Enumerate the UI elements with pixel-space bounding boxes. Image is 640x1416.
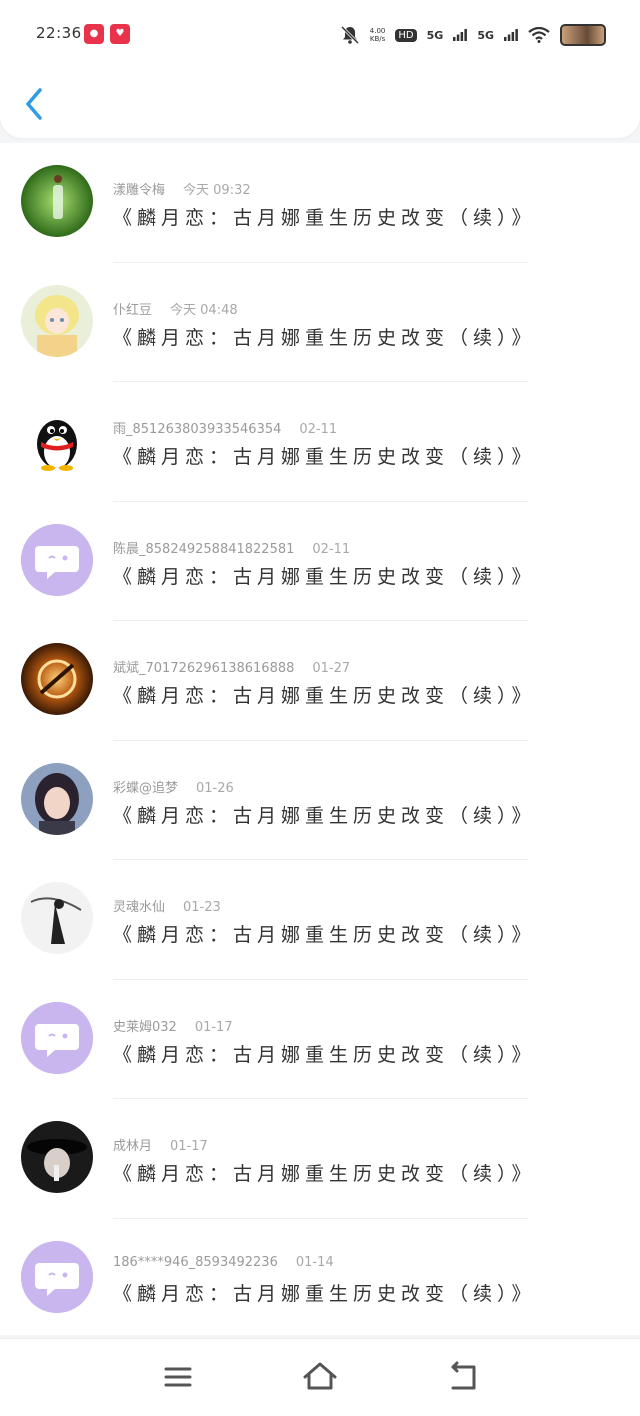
- comment-meta: 漾雕令梅 今天 09:32: [113, 179, 251, 198]
- comment-row[interactable]: 彩蝶@追梦 01-26 《麟月恋：古月娜重生历史改变（续）》: [0, 741, 640, 860]
- book-title[interactable]: 《麟月恋：古月娜重生历史改变（续）》: [113, 801, 536, 828]
- book-title[interactable]: 《麟月恋：古月娜重生历史改变（续）》: [113, 1040, 536, 1067]
- comment-row[interactable]: 成林月 01-17 《麟月恋：古月娜重生历史改变（续）》: [0, 1099, 640, 1219]
- username[interactable]: 漾雕令梅: [113, 183, 165, 198]
- avatar[interactable]: [21, 1001, 93, 1074]
- comment-meta: 史莱姆032 01-17: [113, 1016, 233, 1035]
- system-navbar: [0, 1338, 640, 1416]
- comment-row[interactable]: 斌斌_701726296138616888 01-27 《麟月恋：古月娜重生历史改变…: [0, 621, 640, 741]
- avatar[interactable]: [21, 762, 93, 835]
- book-title[interactable]: 《麟月恋：古月娜重生历史改变（续）》: [113, 203, 536, 230]
- username[interactable]: 成林月: [113, 1139, 152, 1154]
- back-button[interactable]: [18, 82, 52, 126]
- comment-list: 漾雕令梅 今天 09:32 《麟月恋：古月娜重生历史改变（续）》 仆红豆 今天 04:4…: [0, 143, 640, 1335]
- avatar[interactable]: [21, 523, 93, 596]
- book-title[interactable]: 《麟月恋：古月娜重生历史改变（续）》: [113, 323, 536, 350]
- home-button[interactable]: [300, 1359, 340, 1395]
- avatar[interactable]: [21, 284, 93, 357]
- book-title[interactable]: 《麟月恋：古月娜重生历史改变（续）》: [113, 1159, 536, 1186]
- home-icon: [303, 1362, 337, 1390]
- timestamp: 今天 09:32: [183, 183, 251, 198]
- signal-bars-icon: [504, 29, 518, 41]
- comment-row[interactable]: 灵魂水仙 01-23 《麟月恋：古月娜重生历史改变（续）》: [0, 860, 640, 980]
- avatar[interactable]: [21, 1121, 93, 1193]
- signal-bars-icon: [453, 29, 468, 41]
- username[interactable]: 186****946_8593492236: [113, 1255, 278, 1270]
- battery-icon: [560, 24, 606, 46]
- comment-row[interactable]: 史莱姆032 01-17 《麟月恋：古月娜重生历史改变（续）》: [0, 980, 640, 1099]
- mute-bell-icon: [340, 25, 359, 45]
- book-title[interactable]: 《麟月恋：古月娜重生历史改变（续）》: [113, 1279, 536, 1306]
- comment-row[interactable]: 漾雕令梅 今天 09:32 《麟月恋：古月娜重生历史改变（续）》: [0, 143, 640, 263]
- username[interactable]: 灵魂水仙: [113, 900, 165, 915]
- comment-meta: 灵魂水仙 01-23: [113, 896, 221, 915]
- signal-5g-icon: 5G: [426, 28, 444, 42]
- return-icon: [451, 1361, 476, 1390]
- hd-icon: HD: [395, 28, 417, 42]
- return-button[interactable]: [443, 1359, 483, 1395]
- comment-meta: 雨_851263803933546354 02-11: [113, 418, 337, 437]
- avatar[interactable]: [21, 165, 93, 237]
- timestamp: 01-14: [295, 1254, 334, 1270]
- comment-row[interactable]: 陈晨_858249258841822581 02-11 《麟月恋：古月娜重生历史改变…: [0, 502, 640, 621]
- username[interactable]: 陈晨_858249258841822581: [113, 542, 294, 557]
- timestamp: 02-11: [312, 541, 351, 557]
- comment-row[interactable]: 仆红豆 今天 04:48 《麟月恋：古月娜重生历史改变（续）》: [0, 263, 640, 382]
- comment-row[interactable]: 186****946_8593492236 01-14 《麟月恋：古月娜重生历史改变…: [0, 1219, 640, 1336]
- timestamp: 今天 04:48: [170, 302, 238, 318]
- avatar[interactable]: [21, 643, 93, 715]
- app-notification-icon: ●: [84, 24, 104, 44]
- app-notification-icon: ♥: [110, 24, 130, 44]
- status-icons: 4.00 KB/s HD 5G 5G: [340, 20, 606, 50]
- username[interactable]: 史莱姆032: [113, 1020, 177, 1035]
- menu-icon: [164, 1367, 192, 1387]
- wifi-icon: [528, 27, 550, 43]
- signal-5g-icon: 5G: [477, 28, 494, 42]
- comment-meta: 斌斌_701726296138616888 01-27: [113, 657, 350, 676]
- timestamp: 01-17: [194, 1019, 233, 1035]
- chevron-left-icon: [26, 88, 42, 120]
- avatar[interactable]: [21, 1240, 93, 1313]
- book-title[interactable]: 《麟月恋：古月娜重生历史改变（续）》: [113, 681, 536, 708]
- comment-meta: 彩蝶@追梦 01-26: [113, 777, 234, 796]
- comment-meta: 成林月 01-17: [113, 1135, 208, 1154]
- menu-button[interactable]: [158, 1359, 198, 1395]
- header: [0, 70, 640, 138]
- status-bar: 22:36 ● ♥ 4.00 KB/s HD 5G 5G: [0, 0, 640, 70]
- timestamp: 02-11: [299, 422, 338, 437]
- book-title[interactable]: 《麟月恋：古月娜重生历史改变（续）》: [113, 562, 536, 589]
- avatar[interactable]: [21, 404, 93, 476]
- username[interactable]: 雨_851263803933546354: [113, 422, 281, 437]
- username[interactable]: 彩蝶@追梦: [113, 781, 178, 796]
- comment-meta: 186****946_8593492236 01-14: [113, 1255, 334, 1270]
- timestamp: 01-26: [196, 780, 234, 796]
- avatar[interactable]: [21, 882, 93, 954]
- network-speed: 4.00 KB/s: [369, 27, 386, 43]
- comment-meta: 仆红豆 今天 04:48: [113, 299, 238, 318]
- status-time: 22:36: [36, 24, 82, 42]
- timestamp: 01-23: [183, 900, 221, 915]
- comment-row[interactable]: 雨_851263803933546354 02-11 《麟月恋：古月娜重生历史改变（…: [0, 382, 640, 502]
- book-title[interactable]: 《麟月恋：古月娜重生历史改变（续）》: [113, 920, 536, 947]
- book-title[interactable]: 《麟月恋：古月娜重生历史改变（续）》: [113, 442, 536, 469]
- username[interactable]: 仆红豆: [113, 303, 152, 318]
- comment-meta: 陈晨_858249258841822581 02-11: [113, 538, 350, 557]
- timestamp: 01-27: [312, 661, 351, 676]
- username[interactable]: 斌斌_701726296138616888: [113, 661, 294, 676]
- timestamp: 01-17: [170, 1139, 208, 1154]
